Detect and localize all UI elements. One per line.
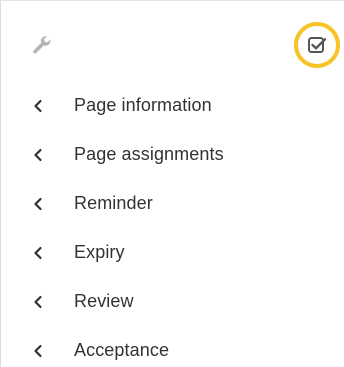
settings-nav-list: Page information Page assignments Remind… xyxy=(1,81,344,367)
checkbox-checked-icon xyxy=(308,37,327,53)
chevron-left-icon xyxy=(34,246,42,259)
chevron-left-icon xyxy=(34,148,42,161)
nav-item-label: Expiry xyxy=(74,242,125,262)
chevron-left-icon xyxy=(34,344,42,357)
review-checkbox-button[interactable] xyxy=(294,22,340,68)
nav-item-reminder[interactable]: Reminder xyxy=(1,179,344,228)
nav-item-page-assignments[interactable]: Page assignments xyxy=(1,130,344,179)
chevron-left-icon xyxy=(34,99,42,112)
chevron-left-icon xyxy=(34,295,42,308)
wrench-icon[interactable] xyxy=(31,34,53,56)
nav-item-expiry[interactable]: Expiry xyxy=(1,228,344,277)
nav-item-label: Page information xyxy=(74,95,212,115)
nav-item-page-information[interactable]: Page information xyxy=(1,81,344,130)
nav-item-label: Reminder xyxy=(74,193,153,213)
nav-item-acceptance[interactable]: Acceptance xyxy=(1,326,344,367)
nav-item-label: Acceptance xyxy=(74,340,170,360)
nav-item-label: Review xyxy=(74,291,134,311)
panel-toolbar xyxy=(1,1,344,81)
nav-item-label: Page assignments xyxy=(74,144,224,164)
nav-item-review[interactable]: Review xyxy=(1,277,344,326)
chevron-left-icon xyxy=(34,197,42,210)
settings-panel: Page information Page assignments Remind… xyxy=(0,0,344,367)
